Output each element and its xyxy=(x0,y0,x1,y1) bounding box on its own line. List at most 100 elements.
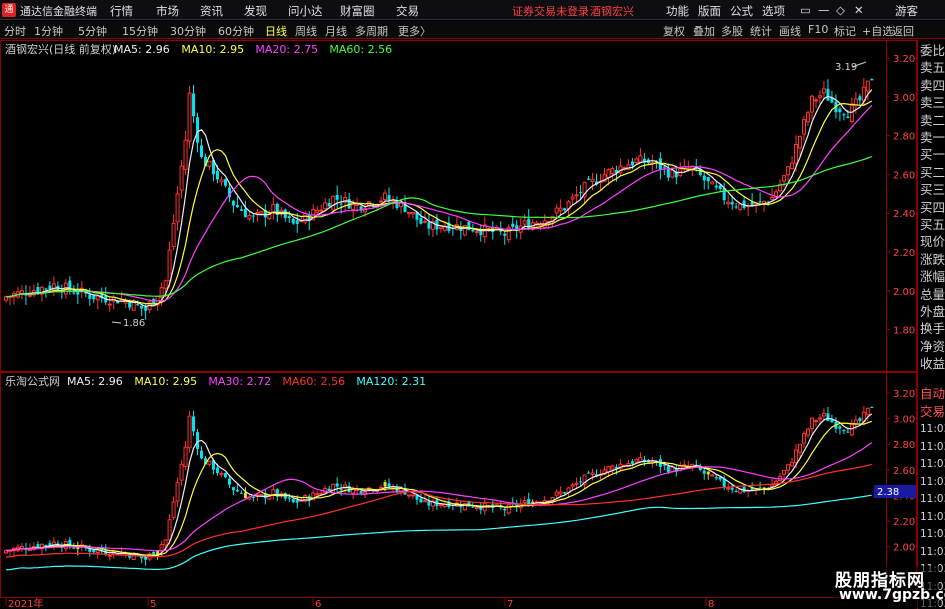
period-more[interactable]: 更多〉 xyxy=(398,23,431,39)
tick-time: 11:03 xyxy=(920,440,945,453)
period-60min[interactable]: 60分钟 xyxy=(218,23,254,39)
kline-chart-area[interactable]: 酒钢宏兴(日线 前复权) MA5: 2.96 MA10: 2.95 MA20: … xyxy=(0,40,945,609)
quote-label: 买二 xyxy=(920,164,945,180)
add-watchlist-button[interactable]: +自选 xyxy=(862,23,893,39)
quote-label: 卖四 xyxy=(920,77,945,93)
quote-label: 卖二 xyxy=(920,112,945,128)
menu-market[interactable]: 市场 xyxy=(156,3,179,19)
legend-ma10: MA10: 2.95 xyxy=(181,43,244,56)
close-icon[interactable]: ✕ xyxy=(854,3,864,17)
candle-body xyxy=(798,444,803,453)
candle-body xyxy=(750,202,754,206)
main-legend: 酒钢宏兴(日线 前复权) MA5: 2.96 MA10: 2.95 MA20: … xyxy=(5,42,392,56)
candle-body xyxy=(714,477,718,479)
candle-body xyxy=(662,166,666,168)
quote-label: 卖一 xyxy=(920,130,945,145)
low-price-pointer xyxy=(111,321,122,324)
period-intraday[interactable]: 分时 xyxy=(4,23,26,39)
quote-label: 买三 xyxy=(920,182,945,198)
menu-trade[interactable]: 交易 xyxy=(396,3,419,19)
menu-wealth-circle[interactable]: 财富圈 xyxy=(340,3,375,19)
f10-button[interactable]: F10 xyxy=(808,23,828,36)
candle-body xyxy=(27,549,32,552)
candle-body xyxy=(794,143,799,164)
candle-body xyxy=(666,168,670,178)
menu-news[interactable]: 资讯 xyxy=(200,3,223,19)
candle-body xyxy=(813,99,818,102)
sub-legend-ma5: MA5: 2.96 xyxy=(67,375,123,388)
adjust-button[interactable]: 复权 xyxy=(663,23,685,39)
main-legend-title: 酒钢宏兴(日线 前复权) xyxy=(5,42,116,56)
high-price-label: 3.19 xyxy=(835,62,857,73)
period-monthly[interactable]: 月线 xyxy=(325,23,347,39)
main-ytick-label: 3.20 xyxy=(893,54,915,65)
trade-mode-label[interactable]: 交易 xyxy=(920,403,945,421)
menu-discover[interactable]: 发现 xyxy=(244,3,267,19)
candle-body xyxy=(870,79,874,81)
statistics-button[interactable]: 统计 xyxy=(750,23,772,39)
restore-icon[interactable]: ▭ xyxy=(800,3,811,17)
candle-body xyxy=(817,95,822,98)
candle-body xyxy=(383,192,388,201)
period-daily[interactable]: 日线 xyxy=(265,23,287,39)
candle-body xyxy=(72,547,76,549)
candle-body xyxy=(231,200,235,206)
menu-options[interactable]: 选项 xyxy=(762,3,785,19)
candle-body xyxy=(610,168,615,175)
candle-body xyxy=(327,202,331,207)
candle-body xyxy=(503,233,507,236)
draw-line-button[interactable]: 画线 xyxy=(779,23,801,39)
candle-body xyxy=(231,487,235,491)
trade-login-status[interactable]: 证券交易未登录 xyxy=(512,3,589,19)
candle-body xyxy=(219,472,224,476)
candle-body xyxy=(239,492,243,494)
candle-body xyxy=(251,215,255,217)
menu-ask-xiaoda[interactable]: 问小达 xyxy=(288,3,323,19)
xtick-label: 7 xyxy=(507,599,513,609)
candle-body xyxy=(419,218,423,224)
period-1min[interactable]: 1分钟 xyxy=(34,23,63,39)
mark-button[interactable]: 标记 xyxy=(834,23,856,39)
candle-body xyxy=(638,155,643,163)
ma60-line xyxy=(5,155,873,298)
watermark-url: www.7gpzb.com xyxy=(839,587,945,603)
period-30min[interactable]: 30分钟 xyxy=(170,23,206,39)
sub-ma120-line xyxy=(5,494,872,571)
candle-body xyxy=(239,209,243,211)
period-15min[interactable]: 15分钟 xyxy=(122,23,158,39)
menu-formula[interactable]: 公式 xyxy=(730,3,753,19)
candle-body xyxy=(666,466,670,472)
candle-body xyxy=(522,500,527,504)
candle-body xyxy=(706,471,710,475)
period-5min[interactable]: 5分钟 xyxy=(78,23,107,39)
overlay-button[interactable]: 叠加 xyxy=(693,23,715,39)
candle-body xyxy=(467,221,471,231)
period-weekly[interactable]: 周线 xyxy=(295,23,317,39)
price-tag: 2.38 xyxy=(877,487,899,498)
candle-body xyxy=(558,491,563,495)
menu-function[interactable]: 功能 xyxy=(666,3,689,19)
candle-body xyxy=(419,498,423,503)
menu-quotes[interactable]: 行情 xyxy=(110,3,133,19)
trade-mode-label[interactable]: 自动 xyxy=(920,385,945,403)
quote-label: 买四 xyxy=(920,199,945,215)
sub-ytick-label: 3.00 xyxy=(893,415,915,426)
multi-stock-button[interactable]: 多股 xyxy=(721,23,743,39)
candle-body xyxy=(786,464,791,471)
candle-body xyxy=(88,294,92,299)
period-multi[interactable]: 多周期 xyxy=(355,23,388,39)
candle-body xyxy=(235,205,239,208)
maximize-icon[interactable]: ◇ xyxy=(836,3,845,17)
candle-body xyxy=(634,459,639,463)
candle-body xyxy=(243,492,247,499)
candle-body xyxy=(710,181,715,185)
guest-user[interactable]: 游客 xyxy=(895,3,918,19)
candle-body xyxy=(574,482,579,485)
candle-body xyxy=(606,466,611,473)
ma10-line xyxy=(5,100,873,305)
minimize-icon[interactable]: — xyxy=(818,3,830,17)
back-button[interactable]: 返回 xyxy=(892,23,914,39)
candle-body xyxy=(590,472,595,475)
menu-layout[interactable]: 版面 xyxy=(698,3,721,19)
candle-body xyxy=(251,496,255,498)
